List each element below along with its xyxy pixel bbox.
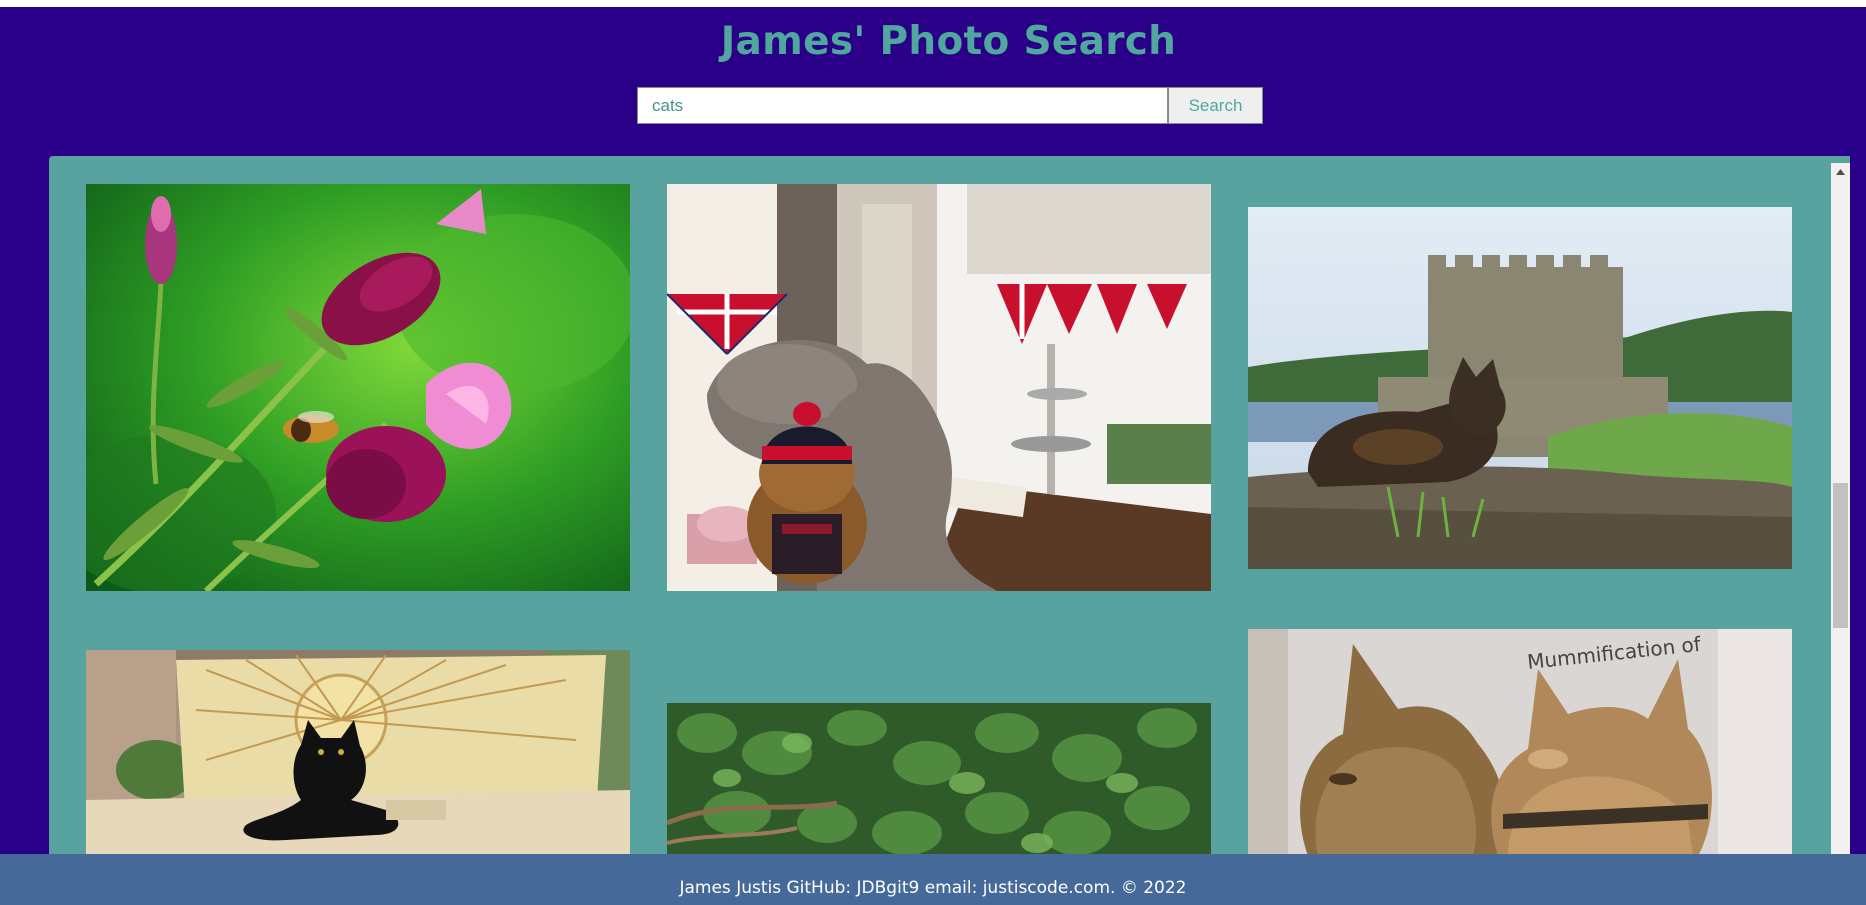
search-button[interactable]: Search — [1168, 87, 1263, 124]
page-title: James' Photo Search — [720, 19, 1177, 64]
photo-cat-castle[interactable] — [1248, 207, 1792, 569]
photo-ivy-leaves[interactable] — [667, 703, 1211, 856]
search-input[interactable] — [637, 87, 1168, 124]
photo-cat-teddy-bear-cafe[interactable] — [667, 184, 1211, 591]
photo-lavender-bee[interactable] — [86, 184, 630, 591]
photo-cat-mummies[interactable]: Mummification of — [1248, 629, 1792, 856]
photo-gallery[interactable]: Mummification of — [49, 156, 1850, 856]
search-bar: Search — [637, 87, 1263, 124]
scroll-up-icon[interactable] — [1831, 163, 1850, 182]
gallery-scrollbar[interactable] — [1831, 163, 1850, 856]
photo-black-cat-bench[interactable] — [86, 650, 630, 856]
footer-credits: James Justis GitHub: JDBgit9 email: just… — [679, 878, 1187, 898]
scrollbar-thumb[interactable] — [1833, 483, 1848, 628]
page-footer: James Justis GitHub: JDBgit9 email: just… — [0, 854, 1866, 905]
